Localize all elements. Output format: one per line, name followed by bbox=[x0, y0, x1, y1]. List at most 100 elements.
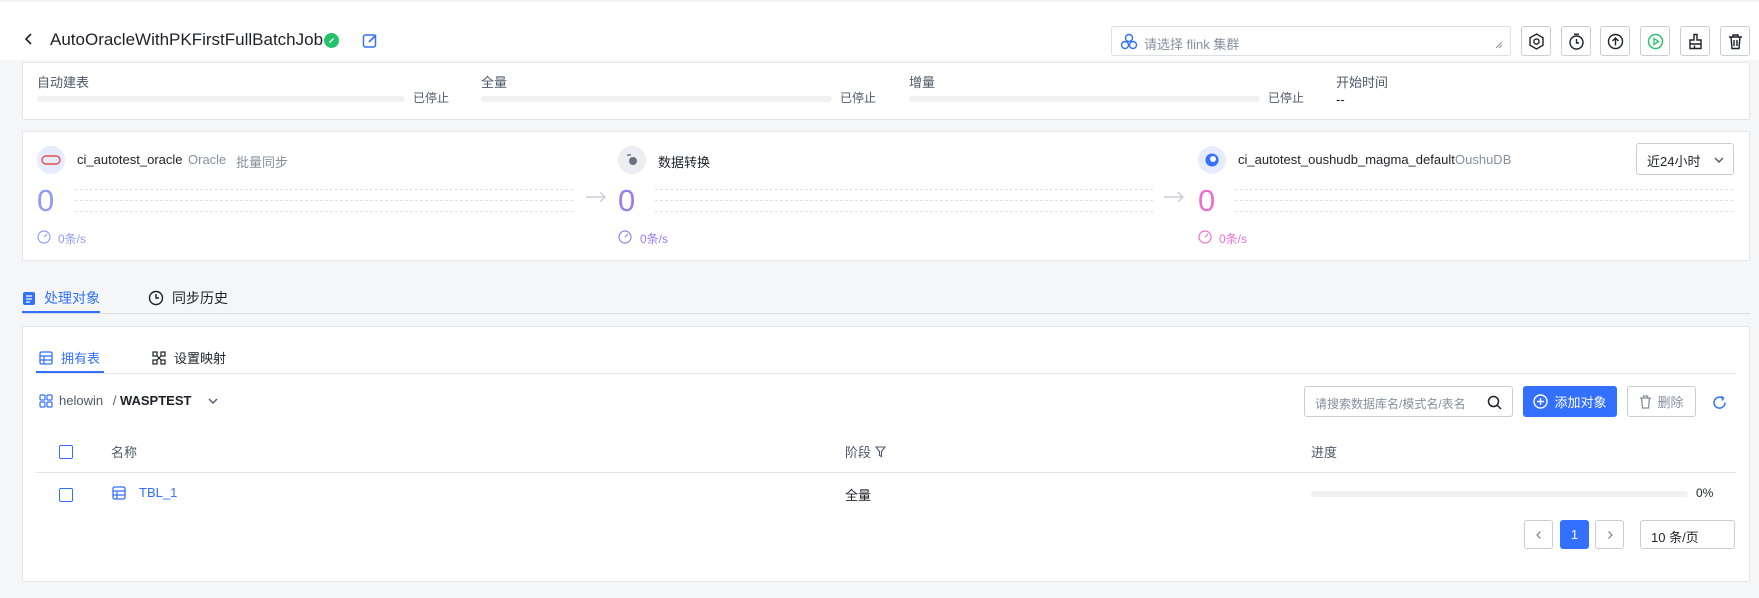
column-header-stage[interactable]: 阶段 bbox=[845, 442, 887, 461]
incremental-status: 已停止 bbox=[1268, 91, 1305, 105]
tab-objects[interactable]: 处理对象 bbox=[22, 288, 100, 308]
schema-db: helowin bbox=[59, 393, 104, 408]
job-title: AutoOracleWithPKFirstFullBatchJob bbox=[50, 30, 324, 49]
cluster-icon bbox=[1120, 33, 1138, 50]
cluster-placeholder: 请选择 flink 集群 bbox=[1144, 37, 1240, 52]
source-chart-line bbox=[75, 189, 573, 190]
create-table-progress-bar bbox=[37, 96, 405, 102]
full-progress-bar bbox=[481, 96, 832, 102]
source-rate: 0条/s bbox=[58, 232, 87, 246]
progress-card bbox=[22, 62, 1750, 120]
stage-label-full: 全量 bbox=[481, 75, 508, 90]
search-icon[interactable] bbox=[1487, 395, 1502, 410]
transform-count: 0 bbox=[618, 183, 636, 218]
time-range-select[interactable]: 近24小时 bbox=[1636, 143, 1734, 175]
stage-label-incremental: 增量 bbox=[909, 75, 936, 90]
page-1-button[interactable]: 1 bbox=[1560, 520, 1589, 549]
target-chart-line bbox=[1235, 211, 1733, 212]
resize-corner-icon bbox=[1495, 41, 1503, 49]
back-arrow-icon[interactable] bbox=[22, 32, 36, 46]
page: AutoOracleWithPKFirstFullBatchJob 请选择 fl… bbox=[0, 2, 1759, 598]
settings-button[interactable] bbox=[1521, 26, 1551, 56]
header-divider bbox=[36, 472, 1736, 473]
row-progress-text: 0% bbox=[1696, 486, 1714, 500]
timer-icon bbox=[1568, 33, 1584, 50]
transform-rate: 0条/s bbox=[640, 232, 669, 246]
delete-job-button[interactable] bbox=[1720, 26, 1750, 56]
document-icon bbox=[23, 291, 35, 305]
subtab-mapping[interactable]: 设置映射 bbox=[152, 348, 226, 367]
delete-label: 删除 bbox=[1657, 395, 1684, 410]
target-chart-line bbox=[1235, 200, 1733, 201]
next-page-button[interactable] bbox=[1595, 520, 1624, 549]
select-all-checkbox[interactable] bbox=[59, 445, 73, 459]
chevron-left-icon bbox=[1535, 530, 1541, 539]
add-object-button[interactable]: 添加对象 bbox=[1523, 386, 1617, 417]
start-time-label: 开始时间 bbox=[1336, 75, 1389, 90]
gear-icon bbox=[1528, 32, 1544, 50]
source-type: Oracle bbox=[188, 152, 227, 167]
full-status: 已停止 bbox=[840, 91, 877, 105]
subtab-active-indicator bbox=[36, 371, 104, 373]
transform-icon bbox=[618, 146, 646, 174]
start-time-value: -- bbox=[1336, 92, 1345, 107]
time-range-value: 近24小时 bbox=[1647, 154, 1701, 169]
chevron-right-icon bbox=[1607, 530, 1613, 539]
schema-name: WASPTEST bbox=[119, 393, 192, 408]
clock-icon bbox=[148, 290, 164, 306]
grid-icon bbox=[39, 393, 53, 408]
row-checkbox[interactable] bbox=[59, 488, 73, 502]
table-name-link[interactable]: TBL_1 bbox=[139, 485, 177, 500]
refresh-icon[interactable] bbox=[1712, 395, 1727, 410]
transform-name: 数据转换 bbox=[658, 155, 711, 170]
arrow-right-icon bbox=[1164, 191, 1184, 203]
source-name: ci_autotest_oracle bbox=[77, 152, 183, 167]
search-placeholder: 请搜索数据库名/模式名/表名 bbox=[1315, 397, 1466, 411]
row-progress-track bbox=[1311, 491, 1688, 497]
chevron-down-icon bbox=[208, 398, 218, 404]
table-row[interactable]: TBL_1 全量 0% bbox=[0, 478, 1759, 512]
subtab-tables-label: 拥有表 bbox=[61, 351, 101, 366]
tabs-divider bbox=[22, 313, 1750, 314]
incremental-progress-bar bbox=[909, 96, 1260, 102]
search-box[interactable]: 请搜索数据库名/模式名/表名 bbox=[1304, 386, 1513, 417]
column-header-stage-label: 阶段 bbox=[845, 445, 872, 460]
filter-icon[interactable] bbox=[875, 445, 887, 458]
tab-active-indicator bbox=[22, 311, 100, 313]
target-count: 0 bbox=[1198, 183, 1216, 218]
speed-icon bbox=[618, 230, 632, 244]
tab-history[interactable]: 同步历史 bbox=[148, 288, 228, 308]
running-status-icon bbox=[324, 33, 339, 48]
add-object-label: 添加对象 bbox=[1554, 395, 1607, 410]
page-size-select[interactable]: 10 条/页 bbox=[1640, 520, 1735, 549]
source-chart-line bbox=[75, 200, 573, 201]
play-icon bbox=[1647, 33, 1663, 49]
subtab-mapping-label: 设置映射 bbox=[174, 351, 227, 366]
subtab-tables[interactable]: 拥有表 bbox=[39, 348, 100, 367]
schema-selector[interactable]: helowin / WASPTEST bbox=[39, 393, 219, 408]
table-icon bbox=[112, 486, 126, 500]
edit-icon[interactable] bbox=[362, 32, 379, 49]
row-stage: 全量 bbox=[845, 488, 872, 503]
column-header-progress: 进度 bbox=[1311, 445, 1338, 460]
create-table-status: 已停止 bbox=[413, 91, 450, 105]
prev-page-button[interactable] bbox=[1524, 520, 1553, 549]
chevron-down-icon bbox=[1714, 157, 1724, 163]
clean-button[interactable] bbox=[1680, 26, 1710, 56]
delete-button[interactable]: 删除 bbox=[1627, 386, 1696, 417]
broom-icon bbox=[1688, 33, 1702, 49]
run-button[interactable] bbox=[1640, 26, 1670, 56]
transform-chart-line bbox=[655, 200, 1153, 201]
subtabs-divider bbox=[36, 373, 1736, 374]
column-header-name: 名称 bbox=[111, 445, 138, 460]
publish-button[interactable] bbox=[1600, 26, 1630, 56]
source-mode: 批量同步 bbox=[236, 155, 289, 170]
speed-icon bbox=[37, 230, 51, 244]
tab-history-label: 同步历史 bbox=[172, 290, 228, 306]
plus-circle-icon bbox=[1533, 394, 1549, 409]
source-chart-line bbox=[75, 211, 573, 212]
transform-chart-line bbox=[655, 211, 1153, 212]
flink-cluster-select[interactable]: 请选择 flink 集群 bbox=[1111, 26, 1511, 56]
schedule-button[interactable] bbox=[1561, 26, 1591, 56]
target-rate: 0条/s bbox=[1219, 232, 1248, 246]
